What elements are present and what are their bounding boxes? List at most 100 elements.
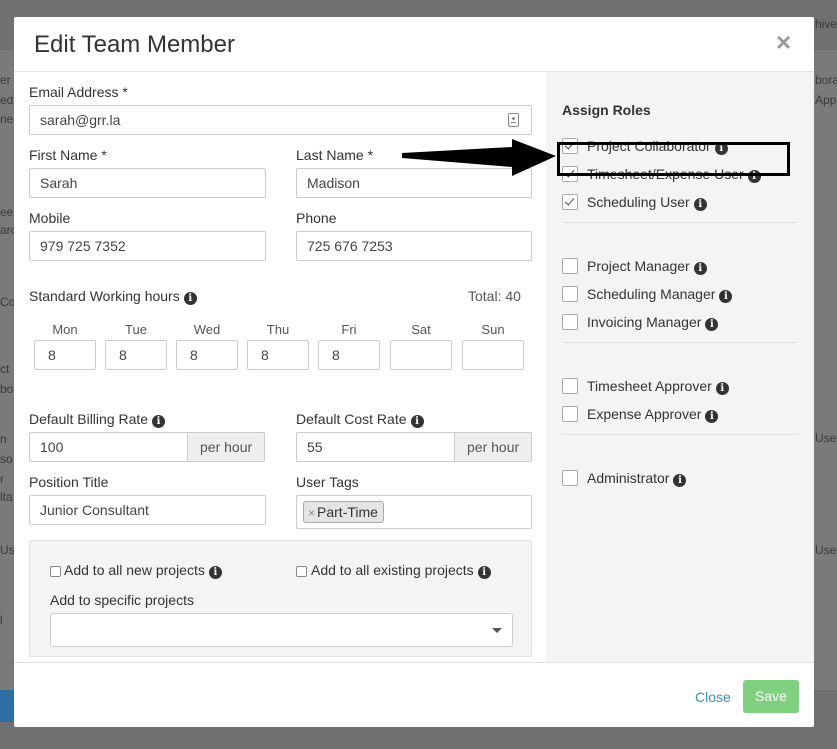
info-icon[interactable]: i (410, 415, 424, 428)
add-specific-projects-label: Add to specific projects (50, 592, 194, 608)
first-name-field[interactable]: Sarah (29, 168, 266, 198)
backdrop-blue-button (0, 690, 14, 722)
first-name-label: First Name * (29, 147, 107, 163)
day-label-thu: Thu (266, 322, 290, 337)
billing-rate-unit: per hour (187, 432, 265, 462)
backdrop-text: Appr (815, 93, 837, 107)
roles-divider (562, 222, 798, 223)
tag-chip-part-time[interactable]: × Part-Time (303, 501, 384, 523)
day-label-sat: Sat (411, 322, 431, 337)
mobile-field[interactable]: 979 725 7352 (29, 231, 266, 261)
role-scheduling-user[interactable]: Scheduling User i (562, 194, 707, 214)
dialog-footer: Close Save (14, 662, 814, 727)
working-hours-label: Standard Working hours i (29, 288, 197, 305)
info-icon[interactable]: i (477, 566, 491, 579)
tag-label: Part-Time (317, 504, 378, 520)
backdrop-text: l (0, 613, 3, 627)
highlight-box (557, 142, 790, 176)
roles-divider (562, 342, 798, 343)
role-expense-approver[interactable]: Expense Approver i (562, 406, 719, 426)
role-checkbox[interactable] (562, 258, 578, 274)
info-icon[interactable]: i (705, 318, 719, 331)
hours-input-tue[interactable]: 8 (105, 340, 167, 370)
hours-input-sat[interactable] (390, 340, 452, 370)
backdrop-text: Col (0, 295, 14, 309)
roles-divider (562, 434, 798, 435)
chevron-down-icon (492, 628, 502, 633)
hours-input-wed[interactable]: 8 (176, 340, 238, 370)
day-label-wed: Wed (193, 322, 221, 337)
backdrop-text: Use (815, 543, 837, 557)
cost-rate-unit: per hour (454, 432, 532, 462)
role-administrator[interactable]: Administrator i (562, 470, 687, 490)
backdrop-text: lta (0, 490, 13, 504)
role-checkbox[interactable] (562, 286, 578, 302)
info-icon[interactable]: i (719, 290, 733, 303)
backdrop-text: r (0, 472, 4, 486)
email-field[interactable]: sarah@grr.la (29, 105, 532, 135)
cost-rate-label: Default Cost Rate i (296, 411, 424, 428)
mobile-label: Mobile (29, 210, 71, 226)
pointer-arrow-icon (402, 139, 556, 176)
hours-input-mon[interactable]: 8 (34, 340, 96, 370)
hours-input-fri[interactable]: 8 (318, 340, 380, 370)
hours-total: Total: 40 (468, 288, 521, 304)
user-tags-label: User Tags (296, 474, 359, 490)
assign-roles-title: Assign Roles (562, 102, 651, 118)
info-icon[interactable]: i (693, 198, 707, 211)
phone-field[interactable]: 725 676 7253 (296, 231, 532, 261)
add-existing-projects-checkbox[interactable] (296, 566, 307, 577)
save-button[interactable]: Save (743, 680, 799, 713)
hours-input-thu[interactable]: 8 (247, 340, 309, 370)
dialog-title: Edit Team Member (34, 31, 235, 58)
backdrop-text: ee (0, 205, 14, 219)
role-scheduling-manager[interactable]: Scheduling Manager i (562, 286, 733, 306)
role-checkbox[interactable] (562, 194, 578, 210)
role-checkbox[interactable] (562, 406, 578, 422)
role-checkbox[interactable] (562, 314, 578, 330)
info-icon[interactable]: i (705, 410, 719, 423)
role-checkbox[interactable] (562, 378, 578, 394)
role-checkbox[interactable] (562, 470, 578, 486)
add-new-projects-label: Add to all new projects i (64, 562, 222, 579)
backdrop-text: er (0, 73, 11, 87)
close-icon[interactable]: × (776, 27, 791, 58)
cost-rate-field[interactable]: 55 (296, 432, 455, 462)
backdrop-text: bora (815, 73, 837, 87)
position-title-label: Position Title (29, 474, 109, 490)
backdrop-text: so (0, 452, 13, 466)
email-label: Email Address * (29, 84, 128, 100)
backdrop-text: ct (0, 362, 10, 376)
role-timesheet-approver[interactable]: Timesheet Approver i (562, 378, 729, 398)
info-icon[interactable]: i (208, 566, 222, 579)
edit-team-member-dialog: Edit Team Member × Email Address * sarah… (14, 17, 814, 727)
role-invoicing-manager[interactable]: Invoicing Manager i (562, 314, 719, 334)
backdrop-strip-right (814, 50, 837, 690)
add-new-projects-checkbox[interactable] (50, 566, 61, 577)
dialog-header: Edit Team Member × (14, 17, 814, 72)
position-title-field[interactable]: Junior Consultant (29, 495, 266, 525)
info-icon[interactable]: i (715, 382, 729, 395)
info-icon[interactable]: i (693, 262, 707, 275)
day-label-sun: Sun (481, 322, 505, 337)
add-existing-projects-label: Add to all existing projects i (311, 562, 491, 579)
role-project-manager[interactable]: Project Manager i (562, 258, 707, 278)
info-icon[interactable]: i (673, 474, 687, 487)
backdrop-text: ed (0, 93, 14, 107)
hours-input-sun[interactable] (462, 340, 524, 370)
backdrop-text: ne (0, 112, 14, 126)
contact-card-icon (508, 113, 519, 127)
backdrop-text: n (0, 432, 7, 446)
phone-label: Phone (296, 210, 337, 226)
remove-tag-icon[interactable]: × (308, 506, 315, 520)
backdrop-text: arc (0, 223, 14, 237)
billing-rate-label: Default Billing Rate i (29, 411, 166, 428)
backdrop-text: Us (0, 543, 14, 557)
specific-projects-select[interactable] (50, 613, 513, 647)
close-button[interactable]: Close (695, 689, 731, 705)
info-icon[interactable]: i (183, 292, 197, 305)
billing-rate-field[interactable]: 100 (29, 432, 188, 462)
backdrop-text: hive (815, 17, 837, 31)
backdrop-text: Use (815, 431, 837, 445)
info-icon[interactable]: i (152, 415, 166, 428)
